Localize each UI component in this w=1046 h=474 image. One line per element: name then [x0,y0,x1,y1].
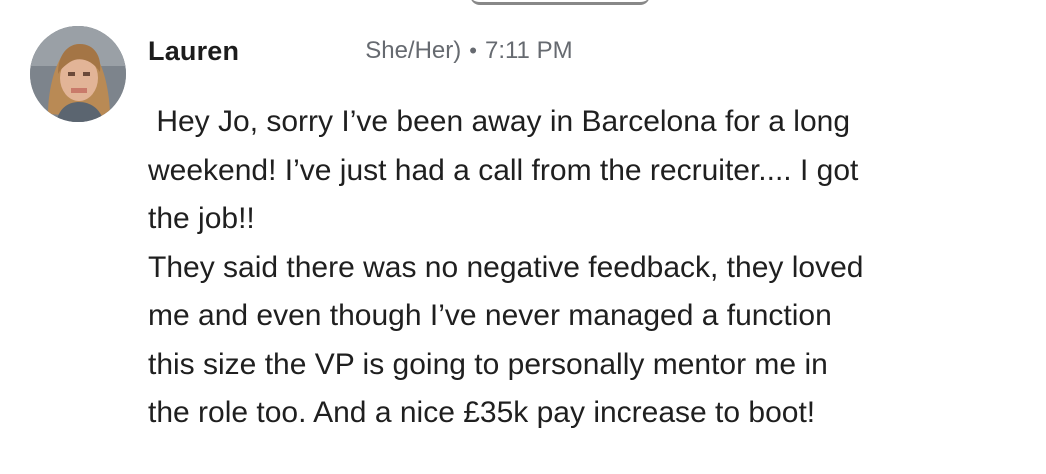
author-pronouns: She/Her) [365,37,462,64]
message-line: They said there was no negative feedback… [148,250,864,284]
avatar[interactable] [30,26,126,122]
chat-message: Lauren She/Her) • 7:11 PM Hey Jo, sorry … [30,22,1030,462]
message-line: me and even though I’ve never managed a … [148,299,832,332]
message-line: the job!! [148,202,255,235]
message-body: Hey Jo, sorry I’ve been away in Barcelon… [148,98,1028,438]
message-timestamp: 7:11 PM [484,37,573,64]
message-header: Lauren She/Her) • 7:11 PM [148,34,573,68]
message-line: Hey Jo, sorry I’ve been away in Barcelon… [148,105,851,138]
message-line: this size the VP is going to personally … [148,347,828,381]
redacted-region [239,36,366,66]
previous-message-fragment [470,0,650,5]
author-name[interactable]: Lauren [148,36,239,67]
user-avatar-photo [30,26,126,122]
message-line: weekend! I’ve just had a call from the r… [148,153,859,187]
separator-dot: • [469,38,477,63]
message-line: the role too. And a nice £35k pay increa… [148,396,816,429]
